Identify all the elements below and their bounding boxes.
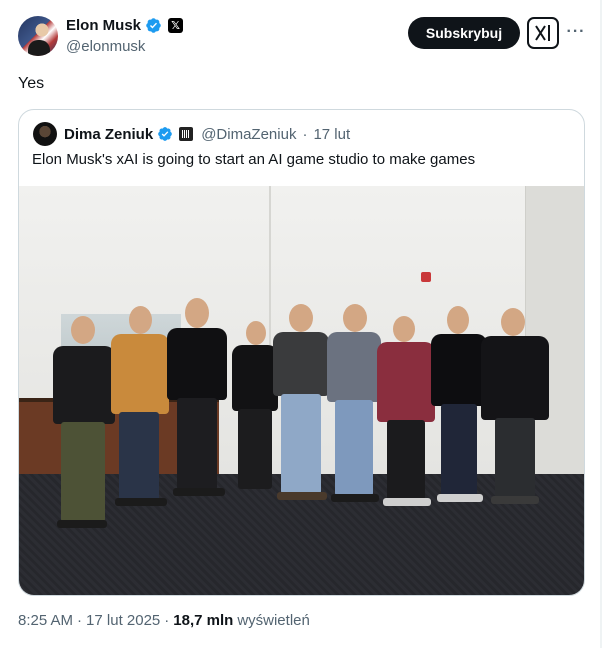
- verified-badge-icon: [158, 127, 173, 141]
- avatar[interactable]: [18, 16, 58, 56]
- xai-logo-icon[interactable]: [527, 17, 559, 49]
- group-photo[interactable]: [19, 186, 584, 595]
- separator-dot: ·: [302, 125, 308, 143]
- subscribe-button[interactable]: Subskrybuj: [408, 17, 520, 49]
- quoted-avatar[interactable]: [33, 122, 57, 146]
- author-row: Elon Musk 𝕏: [66, 17, 184, 34]
- post-card: Elon Musk 𝕏 @elonmusk Subskrybuj ··· Yes…: [0, 0, 602, 648]
- views-count[interactable]: 18,7 mln: [173, 612, 233, 629]
- post-date[interactable]: 17 lut 2025: [86, 612, 160, 629]
- author-handle[interactable]: @elonmusk: [66, 38, 145, 55]
- post-time[interactable]: 8:25 AM: [18, 612, 73, 629]
- flag-badge-icon: [179, 127, 194, 141]
- x-affiliate-badge-icon[interactable]: 𝕏: [168, 18, 184, 33]
- views-label: wyświetleń: [237, 612, 310, 629]
- post-meta: 8:25 AM · 17 lut 2025 · 18,7 mln wyświet…: [18, 612, 310, 629]
- more-options-icon[interactable]: ···: [566, 22, 586, 42]
- quoted-text: Elon Musk's xAI is going to start an AI …: [32, 151, 476, 168]
- verified-badge-icon: [146, 18, 161, 33]
- quoted-post[interactable]: Dima Zeniuk @DimaZeniuk · 17 lut Elon Mu…: [18, 109, 585, 596]
- separator-dot: ·: [164, 612, 170, 629]
- separator-dot: ·: [77, 612, 83, 629]
- quoted-date[interactable]: 17 lut: [313, 126, 350, 143]
- quoted-author-row: Dima Zeniuk @DimaZeniuk · 17 lut: [33, 122, 350, 146]
- post-text: Yes: [18, 75, 45, 92]
- quoted-author-handle[interactable]: @DimaZeniuk: [201, 126, 296, 143]
- author-name[interactable]: Elon Musk: [66, 17, 141, 34]
- quoted-author-name[interactable]: Dima Zeniuk: [64, 126, 153, 143]
